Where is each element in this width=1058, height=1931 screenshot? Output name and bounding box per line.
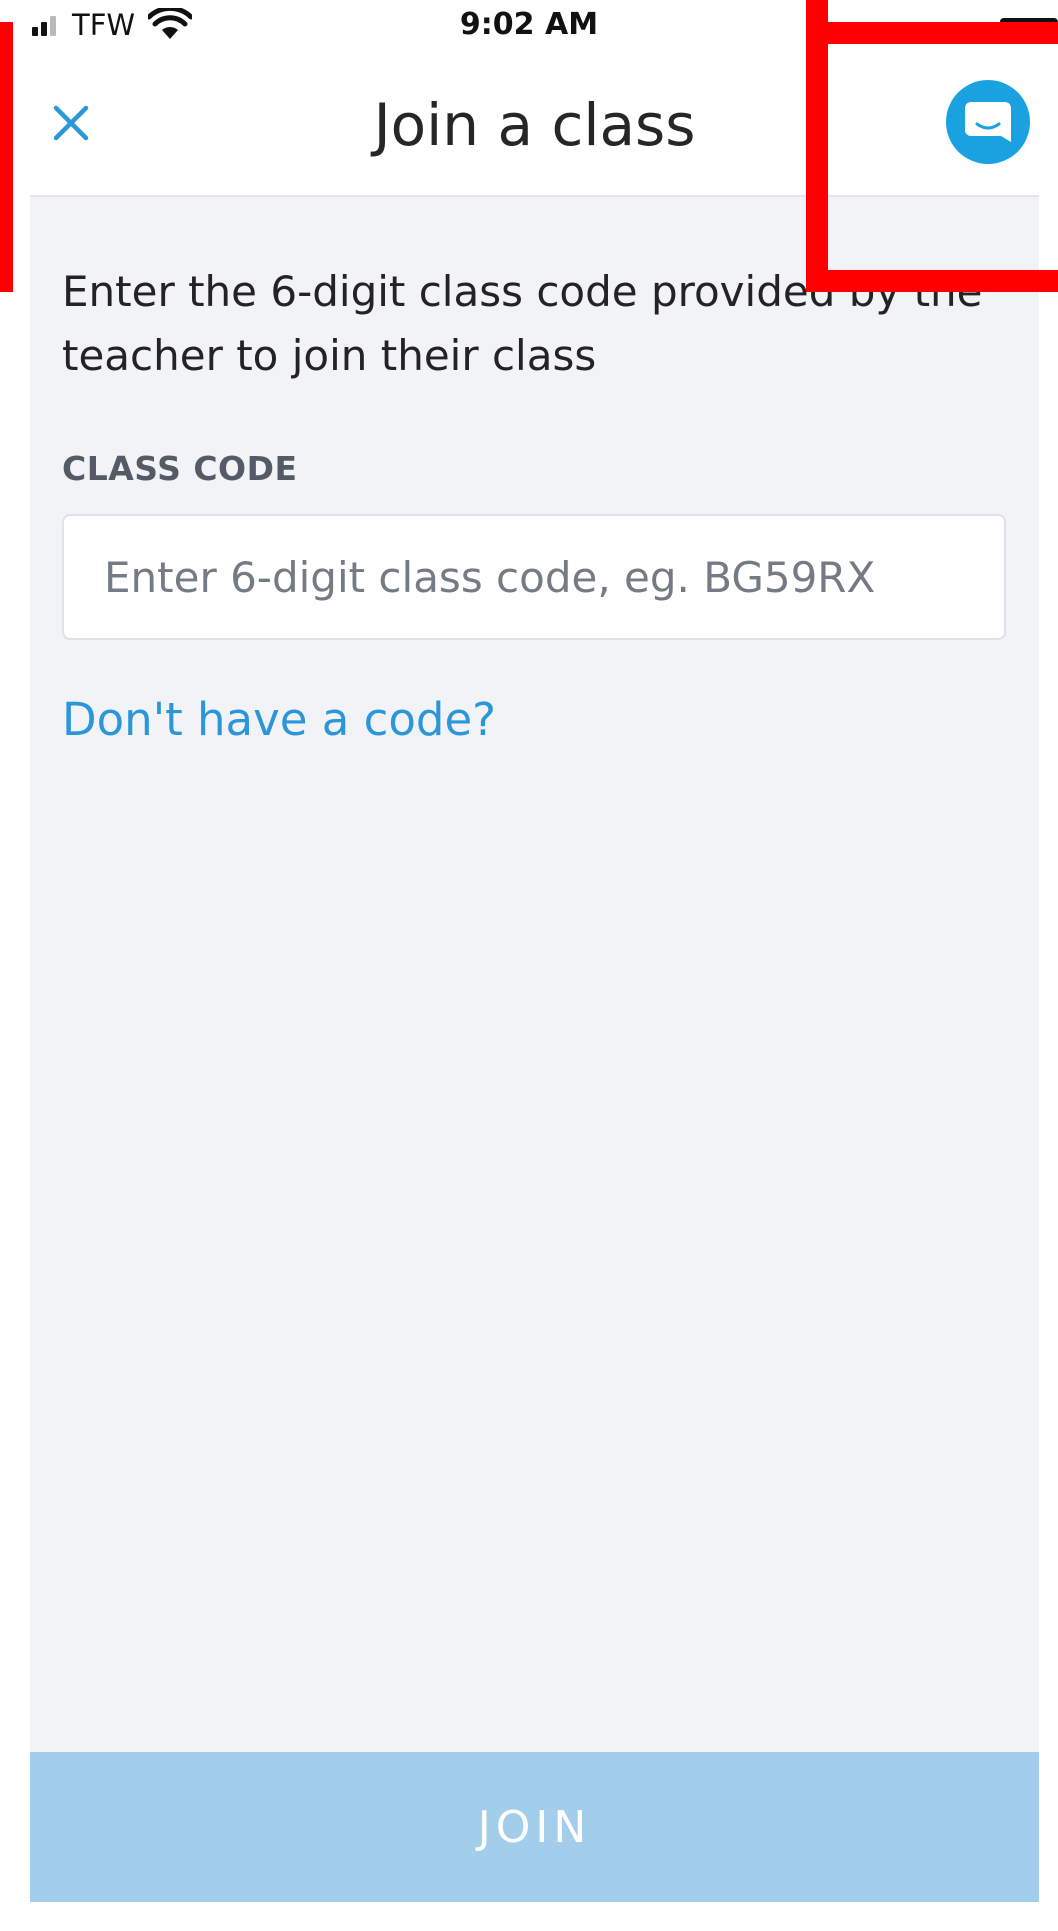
instructions-text: Enter the 6-digit class code provided by… bbox=[62, 267, 983, 380]
annotation-marker-left bbox=[0, 22, 13, 292]
annotation-frame-top bbox=[828, 22, 1058, 44]
left-margin bbox=[13, 52, 30, 1931]
join-button[interactable]: JOIN bbox=[30, 1752, 1039, 1902]
content-area: Enter the 6-digit class code provided by… bbox=[62, 260, 1012, 388]
annotation-frame-edge bbox=[806, 0, 828, 30]
page-title: Join a class bbox=[373, 91, 696, 159]
screen: TFW 9:02 AM Join a class Enter the 6-dig… bbox=[0, 0, 1058, 1931]
join-class-screen: Join a class Enter the 6-digit class cod… bbox=[30, 52, 1039, 1902]
chat-icon bbox=[965, 102, 1011, 142]
chat-support-button[interactable] bbox=[946, 80, 1030, 164]
right-margin bbox=[1039, 52, 1058, 1931]
navigation-bar: Join a class bbox=[30, 52, 1039, 197]
dont-have-code-link[interactable]: Don't have a code? bbox=[62, 690, 496, 750]
bottom-margin bbox=[0, 1902, 1058, 1931]
class-code-input[interactable] bbox=[62, 514, 1006, 640]
class-code-label: CLASS CODE bbox=[62, 449, 298, 488]
